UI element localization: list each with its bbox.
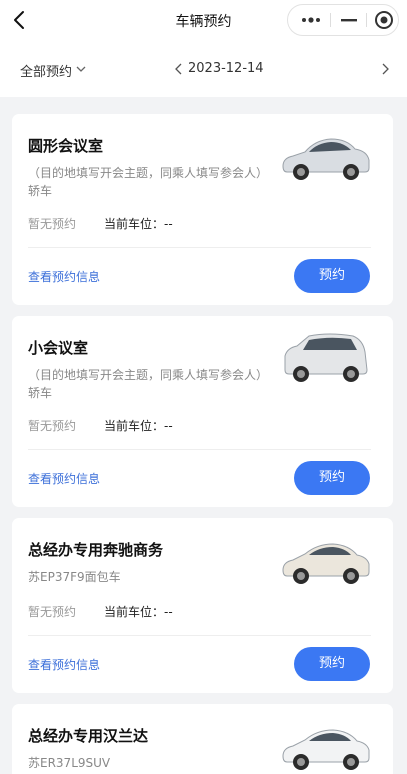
car-image <box>279 124 373 186</box>
more-dots-icon[interactable] <box>298 5 326 35</box>
car-image <box>279 326 373 388</box>
view-reservation-link[interactable]: 查看预约信息 <box>28 656 100 673</box>
view-reservation-link[interactable]: 查看预约信息 <box>28 268 100 285</box>
divider <box>28 449 371 450</box>
vehicle-name: 圆形会议室 <box>28 137 104 155</box>
car-image <box>279 528 373 590</box>
vehicle-card: 总经办专用汉兰达 苏ER37L9SUV <box>12 704 393 774</box>
vehicle-desc: （目的地填写开会主题，同乘人填写参会人）轿车 <box>28 166 269 198</box>
vehicle-name: 小会议室 <box>28 339 89 357</box>
parking-space: 当前车位：-- <box>104 419 173 433</box>
vehicle-name: 总经办专用奔驰商务 <box>28 541 164 559</box>
car-image <box>279 714 373 774</box>
parking-space: 当前车位：-- <box>104 605 173 619</box>
vehicle-desc: 苏ER37L9SUV <box>28 756 111 770</box>
reservation-status: 暂无预约 <box>28 605 77 619</box>
view-reservation-link[interactable]: 查看预约信息 <box>28 470 100 487</box>
next-date-icon[interactable] <box>379 60 391 78</box>
vehicle-card: 总经办专用奔驰商务 苏EP37F9面包车 暂无预约 当前车位：-- 查看预约信息… <box>12 518 393 693</box>
mini-program-capsule <box>287 4 399 36</box>
reserve-button[interactable]: 预约 <box>294 461 370 495</box>
parking-space: 当前车位：-- <box>104 217 173 231</box>
capsule-divider <box>330 13 331 27</box>
scope-label: 全部预约 <box>20 65 73 80</box>
filter-bar: 全部预约 2023-12-14 <box>0 42 407 97</box>
vehicle-name: 总经办专用汉兰达 <box>28 727 149 745</box>
reserve-button[interactable]: 预约 <box>294 647 370 681</box>
divider <box>28 635 371 636</box>
minimize-icon[interactable] <box>338 5 360 35</box>
close-target-icon[interactable] <box>372 8 396 32</box>
capsule-divider <box>366 13 367 27</box>
reservation-status: 暂无预约 <box>28 419 77 433</box>
divider <box>28 247 371 248</box>
chevron-down-icon <box>75 63 87 78</box>
vehicle-card: 圆形会议室 （目的地填写开会主题，同乘人填写参会人）轿车 暂无预约 当前车位：-… <box>12 114 393 305</box>
scope-dropdown[interactable]: 全部预约 <box>20 61 87 80</box>
reserve-button[interactable]: 预约 <box>294 259 370 293</box>
vehicle-desc: 苏EP37F9面包车 <box>28 570 121 584</box>
nav-bar: 车辆预约 <box>0 0 407 42</box>
prev-date-icon[interactable] <box>173 60 185 78</box>
vehicle-desc: （目的地填写开会主题，同乘人填写参会人）轿车 <box>28 368 269 400</box>
reservation-status: 暂无预约 <box>28 217 77 231</box>
date-label: 2023-12-14 <box>188 61 264 76</box>
vehicle-card: 小会议室 （目的地填写开会主题，同乘人填写参会人）轿车 暂无预约 当前车位：--… <box>12 316 393 507</box>
